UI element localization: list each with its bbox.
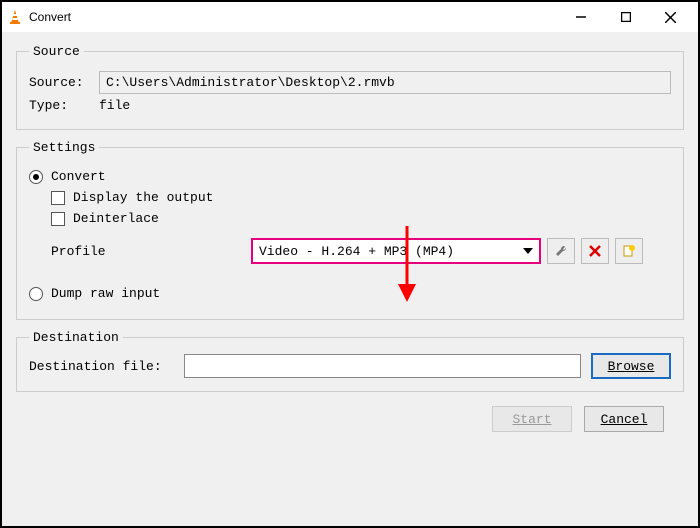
new-profile-icon: [622, 244, 636, 258]
dump-raw-label: Dump raw input: [51, 286, 160, 301]
profile-select[interactable]: Video - H.264 + MP3 (MP4): [251, 238, 541, 264]
destination-file-label: Destination file:: [29, 359, 184, 374]
source-legend: Source: [29, 44, 84, 59]
source-label: Source:: [29, 75, 99, 90]
titlebar: Convert: [2, 2, 698, 32]
browse-button[interactable]: Browse: [591, 353, 671, 379]
convert-radio[interactable]: Convert: [29, 169, 671, 184]
settings-group: Settings Convert Display the output Dein…: [16, 140, 684, 320]
start-button[interactable]: Start: [492, 406, 572, 432]
display-output-label: Display the output: [73, 190, 213, 205]
convert-radio-label: Convert: [51, 169, 106, 184]
new-profile-button[interactable]: [615, 238, 643, 264]
dump-raw-radio[interactable]: Dump raw input: [29, 286, 671, 301]
profile-value: Video - H.264 + MP3 (MP4): [259, 244, 454, 259]
window-title: Convert: [29, 10, 558, 24]
deinterlace-checkbox[interactable]: Deinterlace: [51, 211, 671, 226]
cancel-button[interactable]: Cancel: [584, 406, 664, 432]
chevron-down-icon: [523, 248, 533, 254]
checkbox-icon: [51, 191, 65, 205]
type-label: Type:: [29, 98, 99, 113]
checkbox-icon: [51, 212, 65, 226]
minimize-button[interactable]: [558, 3, 603, 31]
delete-profile-button[interactable]: [581, 238, 609, 264]
wrench-icon: [554, 244, 568, 258]
radio-icon: [29, 170, 43, 184]
destination-group: Destination Destination file: Browse: [16, 330, 684, 392]
destination-file-input[interactable]: [184, 354, 581, 378]
source-path: C:\Users\Administrator\Desktop\2.rmvb: [99, 71, 671, 94]
profile-label: Profile: [51, 244, 251, 259]
radio-icon: [29, 287, 43, 301]
delete-icon: [589, 245, 601, 257]
vlc-cone-icon: [7, 9, 23, 25]
deinterlace-label: Deinterlace: [73, 211, 159, 226]
display-output-checkbox[interactable]: Display the output: [51, 190, 671, 205]
destination-legend: Destination: [29, 330, 123, 345]
close-button[interactable]: [648, 3, 693, 31]
source-group: Source Source: C:\Users\Administrator\De…: [16, 44, 684, 130]
maximize-button[interactable]: [603, 3, 648, 31]
type-value: file: [99, 98, 130, 113]
dialog-footer: Start Cancel: [16, 402, 684, 432]
edit-profile-button[interactable]: [547, 238, 575, 264]
settings-legend: Settings: [29, 140, 99, 155]
